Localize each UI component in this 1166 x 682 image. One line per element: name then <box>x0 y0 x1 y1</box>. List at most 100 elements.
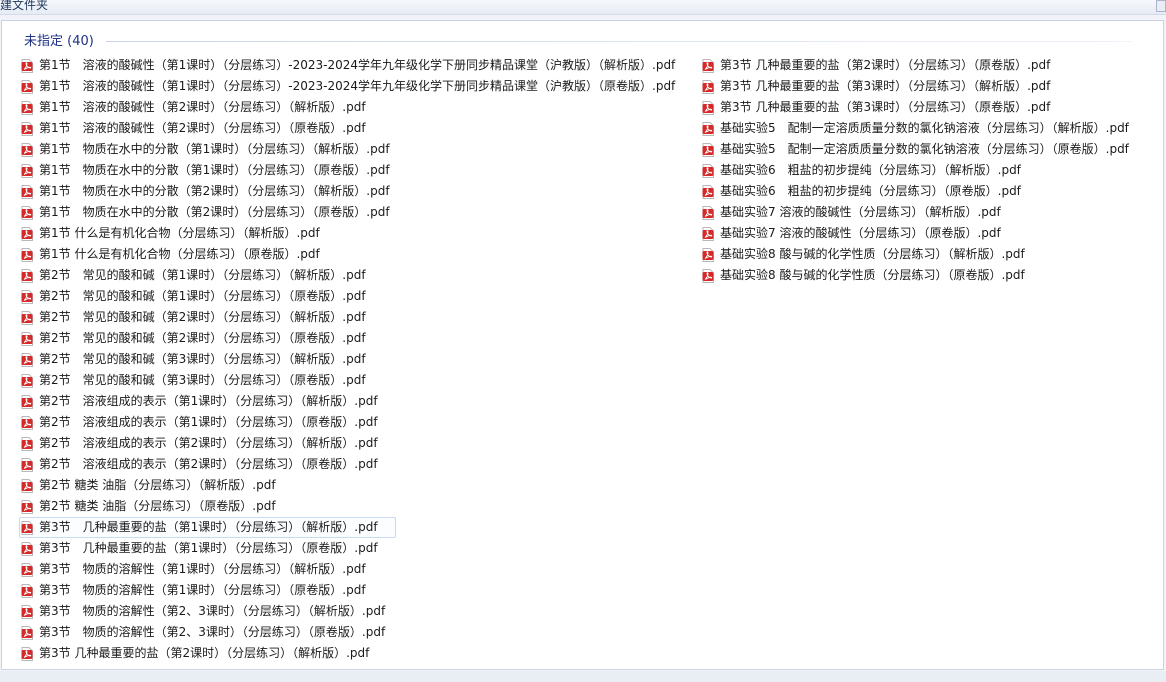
file-name: 基础实验5 配制一定溶质质量分数的氯化钠溶液（分层练习）（原卷版）.pdf <box>720 142 1129 156</box>
file-item[interactable]: 第1节 什么是有机化合物（分层练习）（解析版）.pdf <box>19 223 679 244</box>
pdf-file-icon <box>21 625 33 640</box>
pdf-file-icon <box>21 184 33 199</box>
pdf-file-icon <box>21 646 33 661</box>
file-item[interactable]: 第3节 物质的溶解性（第2、3课时）（分层练习）（原卷版）.pdf <box>19 622 679 643</box>
file-item[interactable]: 第1节 溶液的酸碱性（第2课时）（分层练习）（原卷版）.pdf <box>19 118 679 139</box>
file-name: 第1节 什么是有机化合物（分层练习）（解析版）.pdf <box>39 226 320 240</box>
file-item[interactable]: 第1节 物质在水中的分散（第2课时）（分层练习）（解析版）.pdf <box>19 181 679 202</box>
toolbar: 建文件夹 <box>0 0 1166 15</box>
file-item[interactable]: 基础实验5 配制一定溶质质量分数的氯化钠溶液（分层练习）（原卷版）.pdf <box>700 139 1133 160</box>
pdf-file-icon <box>21 499 33 514</box>
file-name: 第3节 几种最重要的盐（第2课时）（分层练习）（解析版）.pdf <box>39 646 370 660</box>
file-name: 第2节 常见的酸和碱（第3课时）（分层练习）（解析版）.pdf <box>39 352 366 366</box>
pdf-file-icon <box>702 268 714 283</box>
file-name: 第3节 几种最重要的盐（第3课时）（分层练习）（解析版）.pdf <box>720 79 1051 93</box>
file-name: 第3节 几种最重要的盐（第1课时）（分层练习）（原卷版）.pdf <box>39 541 378 555</box>
file-item[interactable]: 第3节 物质的溶解性（第1课时）（分层练习）（原卷版）.pdf <box>19 580 679 601</box>
file-item[interactable]: 第2节 糖类 油脂（分层练习）（原卷版）.pdf <box>19 496 679 517</box>
file-name: 第2节 溶液组成的表示（第2课时）（分层练习）（解析版）.pdf <box>39 436 378 450</box>
pdf-file-icon <box>702 247 714 262</box>
new-folder-button[interactable]: 建文件夹 <box>0 0 48 13</box>
file-item[interactable]: 第3节 几种最重要的盐（第2课时）（分层练习）（原卷版）.pdf <box>700 55 1133 76</box>
file-name: 第2节 糖类 油脂（分层练习）（解析版）.pdf <box>39 478 276 492</box>
file-item[interactable]: 基础实验7 溶液的酸碱性（分层练习）（解析版）.pdf <box>700 202 1133 223</box>
file-item[interactable]: 基础实验5 配制一定溶质质量分数的氯化钠溶液（分层练习）（解析版）.pdf <box>700 118 1133 139</box>
file-item[interactable]: 第2节 常见的酸和碱（第1课时）（分层练习）（解析版）.pdf <box>19 265 679 286</box>
file-item[interactable]: 第3节 几种最重要的盐（第3课时）（分层练习）（原卷版）.pdf <box>700 97 1133 118</box>
file-item[interactable]: 基础实验6 粗盐的初步提纯（分层练习）（原卷版）.pdf <box>700 181 1133 202</box>
pdf-file-icon <box>702 142 714 157</box>
file-name: 第2节 常见的酸和碱（第2课时）（分层练习）（原卷版）.pdf <box>39 331 366 345</box>
file-item[interactable]: 基础实验6 粗盐的初步提纯（分层练习）（解析版）.pdf <box>700 160 1133 181</box>
file-name: 第3节 物质的溶解性（第2、3课时）（分层练习）（原卷版）.pdf <box>39 625 386 639</box>
pdf-file-icon <box>21 79 33 94</box>
pdf-file-icon <box>21 121 33 136</box>
file-item[interactable]: 第3节 几种最重要的盐（第1课时）（分层练习）（原卷版）.pdf <box>19 538 679 559</box>
file-name: 第1节 溶液的酸碱性（第1课时）（分层练习）-2023-2024学年九年级化学下… <box>39 58 676 72</box>
file-item[interactable]: 第1节 溶液的酸碱性（第1课时）（分层练习）-2023-2024学年九年级化学下… <box>19 76 679 97</box>
file-name: 第2节 溶液组成的表示（第1课时）（分层练习）（原卷版）.pdf <box>39 415 378 429</box>
pdf-file-icon <box>21 352 33 367</box>
file-name: 第3节 几种最重要的盐（第2课时）（分层练习）（原卷版）.pdf <box>720 58 1051 72</box>
file-name: 第1节 溶液的酸碱性（第2课时）（分层练习）（原卷版）.pdf <box>39 121 366 135</box>
file-name: 基础实验6 粗盐的初步提纯（分层练习）（原卷版）.pdf <box>720 184 1021 198</box>
pdf-file-icon <box>21 268 33 283</box>
file-column-left: 第1节 溶液的酸碱性（第1课时）（分层练习）-2023-2024学年九年级化学下… <box>19 55 679 664</box>
file-item[interactable]: 第1节 什么是有机化合物（分层练习）（原卷版）.pdf <box>19 244 679 265</box>
pdf-file-icon <box>702 226 714 241</box>
file-name: 第1节 溶液的酸碱性（第2课时）（分层练习）（解析版）.pdf <box>39 100 366 114</box>
pdf-file-icon <box>21 541 33 556</box>
file-item[interactable]: 第3节 几种最重要的盐（第2课时）（分层练习）（解析版）.pdf <box>19 643 679 664</box>
file-item[interactable]: 第2节 溶液组成的表示（第2课时）（分层练习）（原卷版）.pdf <box>19 454 679 475</box>
file-item[interactable]: 第2节 溶液组成的表示（第2课时）（分层练习）（解析版）.pdf <box>19 433 679 454</box>
file-item[interactable]: 基础实验8 酸与碱的化学性质（分层练习）（解析版）.pdf <box>700 244 1133 265</box>
file-item[interactable]: 第1节 物质在水中的分散（第1课时）（分层练习）（原卷版）.pdf <box>19 160 679 181</box>
file-item[interactable]: 第2节 常见的酸和碱（第1课时）（分层练习）（原卷版）.pdf <box>19 286 679 307</box>
file-list-pane[interactable]: 未指定 (40) 第1节 溶液的酸碱性（第1课时）（分层练习）-2023-202… <box>1 20 1164 670</box>
pdf-file-icon <box>21 100 33 115</box>
pdf-file-icon <box>21 562 33 577</box>
pdf-file-icon <box>21 289 33 304</box>
pdf-file-icon <box>21 163 33 178</box>
pdf-file-icon <box>21 205 33 220</box>
file-item[interactable]: 基础实验7 溶液的酸碱性（分层练习）（原卷版）.pdf <box>700 223 1133 244</box>
file-item[interactable]: 第2节 溶液组成的表示（第1课时）（分层练习）（解析版）.pdf <box>19 391 679 412</box>
file-name: 基础实验6 粗盐的初步提纯（分层练习）（解析版）.pdf <box>720 163 1021 177</box>
pdf-file-icon <box>21 142 33 157</box>
file-name: 第3节 物质的溶解性（第2、3课时）（分层练习）（解析版）.pdf <box>39 604 386 618</box>
file-item[interactable]: 第3节 几种最重要的盐（第1课时）（分层练习）（解析版）.pdf <box>19 517 396 538</box>
file-name: 第1节 物质在水中的分散（第2课时）（分层练习）（原卷版）.pdf <box>39 205 390 219</box>
group-header-unspecified[interactable]: 未指定 (40) <box>24 33 94 51</box>
file-item[interactable]: 第1节 溶液的酸碱性（第1课时）（分层练习）-2023-2024学年九年级化学下… <box>19 55 679 76</box>
file-item[interactable]: 第2节 常见的酸和碱（第2课时）（分层练习）（解析版）.pdf <box>19 307 679 328</box>
file-item[interactable]: 第2节 常见的酸和碱（第3课时）（分层练习）（原卷版）.pdf <box>19 370 679 391</box>
file-item[interactable]: 基础实验8 酸与碱的化学性质（分层练习）（原卷版）.pdf <box>700 265 1133 286</box>
group-divider <box>106 41 1132 42</box>
toolbar-corner-button[interactable] <box>1156 0 1166 12</box>
file-item[interactable]: 第3节 几种最重要的盐（第3课时）（分层练习）（解析版）.pdf <box>700 76 1133 97</box>
file-item[interactable]: 第1节 物质在水中的分散（第1课时）（分层练习）（解析版）.pdf <box>19 139 679 160</box>
file-name: 基础实验8 酸与碱的化学性质（分层练习）（原卷版）.pdf <box>720 268 1025 282</box>
file-item[interactable]: 第1节 物质在水中的分散（第2课时）（分层练习）（原卷版）.pdf <box>19 202 679 223</box>
pdf-file-icon <box>21 436 33 451</box>
file-name: 第2节 常见的酸和碱（第3课时）（分层练习）（原卷版）.pdf <box>39 373 366 387</box>
pdf-file-icon <box>21 520 33 535</box>
file-name: 基础实验8 酸与碱的化学性质（分层练习）（解析版）.pdf <box>720 247 1025 261</box>
file-item[interactable]: 第2节 溶液组成的表示（第1课时）（分层练习）（原卷版）.pdf <box>19 412 679 433</box>
pdf-file-icon <box>21 478 33 493</box>
file-name: 第3节 几种最重要的盐（第1课时）（分层练习）（解析版）.pdf <box>39 520 378 534</box>
file-name: 第3节 几种最重要的盐（第3课时）（分层练习）（原卷版）.pdf <box>720 100 1051 114</box>
file-name: 基础实验7 溶液的酸碱性（分层练习）（原卷版）.pdf <box>720 226 1001 240</box>
file-name: 第2节 常见的酸和碱（第1课时）（分层练习）（原卷版）.pdf <box>39 289 366 303</box>
file-item[interactable]: 第1节 溶液的酸碱性（第2课时）（分层练习）（解析版）.pdf <box>19 97 679 118</box>
file-name: 第1节 物质在水中的分散（第2课时）（分层练习）（解析版）.pdf <box>39 184 390 198</box>
file-item[interactable]: 第3节 物质的溶解性（第1课时）（分层练习）（解析版）.pdf <box>19 559 679 580</box>
file-item[interactable]: 第2节 糖类 油脂（分层练习）（解析版）.pdf <box>19 475 679 496</box>
file-item[interactable]: 第2节 常见的酸和碱（第2课时）（分层练习）（原卷版）.pdf <box>19 328 679 349</box>
file-item[interactable]: 第3节 物质的溶解性（第2、3课时）（分层练习）（解析版）.pdf <box>19 601 679 622</box>
file-name: 第1节 溶液的酸碱性（第1课时）（分层练习）-2023-2024学年九年级化学下… <box>39 79 676 93</box>
file-name: 基础实验5 配制一定溶质质量分数的氯化钠溶液（分层练习）（解析版）.pdf <box>720 121 1129 135</box>
file-item[interactable]: 第2节 常见的酸和碱（第3课时）（分层练习）（解析版）.pdf <box>19 349 679 370</box>
pdf-file-icon <box>21 604 33 619</box>
file-name: 基础实验7 溶液的酸碱性（分层练习）（解析版）.pdf <box>720 205 1001 219</box>
